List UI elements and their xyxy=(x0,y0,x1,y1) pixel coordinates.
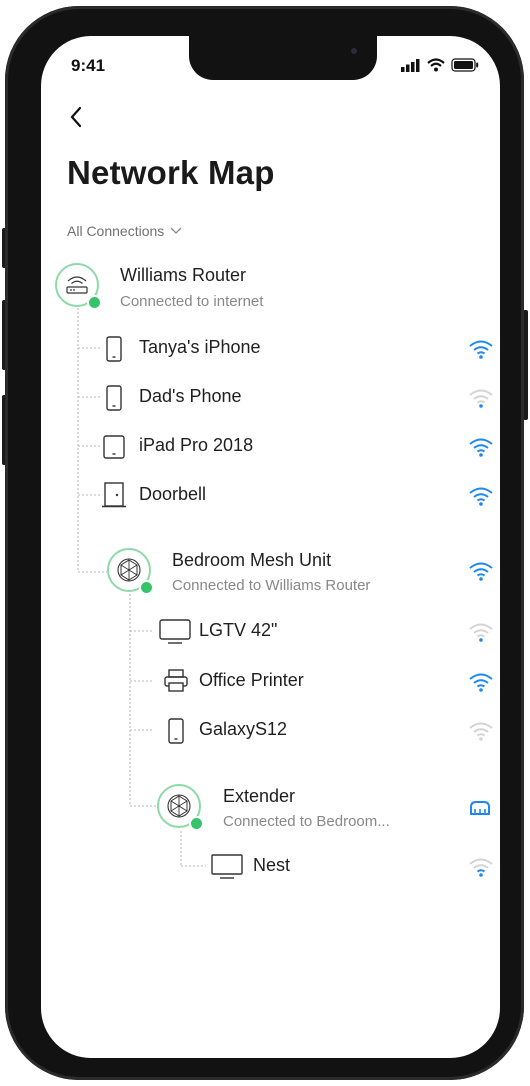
doorbell-icon xyxy=(102,482,126,508)
mesh-node[interactable] xyxy=(107,548,154,595)
wifi-signal-icon xyxy=(469,487,493,506)
extender-node[interactable] xyxy=(157,784,204,831)
online-dot xyxy=(189,816,204,831)
mesh-name: Bedroom Mesh Unit xyxy=(172,550,332,570)
printer-icon xyxy=(164,669,188,692)
mesh-node-icon xyxy=(117,558,141,582)
device-name: Doorbell xyxy=(139,484,207,504)
wifi-signal-icon xyxy=(469,623,493,642)
wifi-signal-icon xyxy=(469,389,493,408)
phone-icon xyxy=(168,718,184,744)
router-node[interactable] xyxy=(55,263,102,310)
device-name: Tanya's iPhone xyxy=(139,337,261,357)
ethernet-icon xyxy=(470,801,490,815)
extender-name: Extender xyxy=(223,786,296,806)
device-name: Office Printer xyxy=(199,670,304,690)
list-item[interactable]: GalaxyS12 xyxy=(153,714,493,746)
device-name: Dad's Phone xyxy=(139,386,242,406)
monitor-icon xyxy=(211,854,243,879)
list-item[interactable]: iPad Pro 2018 xyxy=(101,430,493,462)
wifi-signal-icon xyxy=(469,858,493,877)
list-item[interactable]: Doorbell xyxy=(101,479,493,511)
list-item[interactable]: Dad's Phone xyxy=(101,381,493,413)
router-icon xyxy=(66,276,88,294)
device-name: Nest xyxy=(253,855,291,875)
phone-icon xyxy=(106,385,122,411)
list-item[interactable]: Nest xyxy=(205,850,493,882)
tablet-icon xyxy=(103,435,125,459)
list-item[interactable]: Office Printer xyxy=(153,665,493,697)
wifi-signal-icon xyxy=(469,438,493,457)
mesh-node-icon xyxy=(167,794,191,818)
device-name: LGTV 42" xyxy=(199,620,278,640)
wifi-signal-icon xyxy=(469,722,493,741)
extender-status: Connected to Bedroom... xyxy=(223,813,390,830)
wifi-signal-icon xyxy=(469,340,493,359)
online-dot xyxy=(87,295,102,310)
tv-icon xyxy=(159,619,191,644)
online-dot xyxy=(139,580,154,595)
device-name: GalaxyS12 xyxy=(199,719,288,739)
router-name: Williams Router xyxy=(120,265,247,285)
wifi-signal-icon xyxy=(469,673,493,692)
router-status: Connected to internet xyxy=(120,293,264,310)
tree-connectors xyxy=(77,308,206,867)
mesh-status: Connected to Williams Router xyxy=(172,577,371,594)
list-item[interactable]: LGTV 42" xyxy=(153,615,493,647)
wifi-signal-icon xyxy=(469,562,493,581)
phone-icon xyxy=(106,336,122,362)
list-item[interactable]: Tanya's iPhone xyxy=(101,332,493,364)
phone-frame: 9:41 Network Map All Connections William… xyxy=(5,6,524,1080)
screen: 9:41 Network Map All Connections William… xyxy=(41,36,500,1058)
device-name: iPad Pro 2018 xyxy=(139,435,254,455)
